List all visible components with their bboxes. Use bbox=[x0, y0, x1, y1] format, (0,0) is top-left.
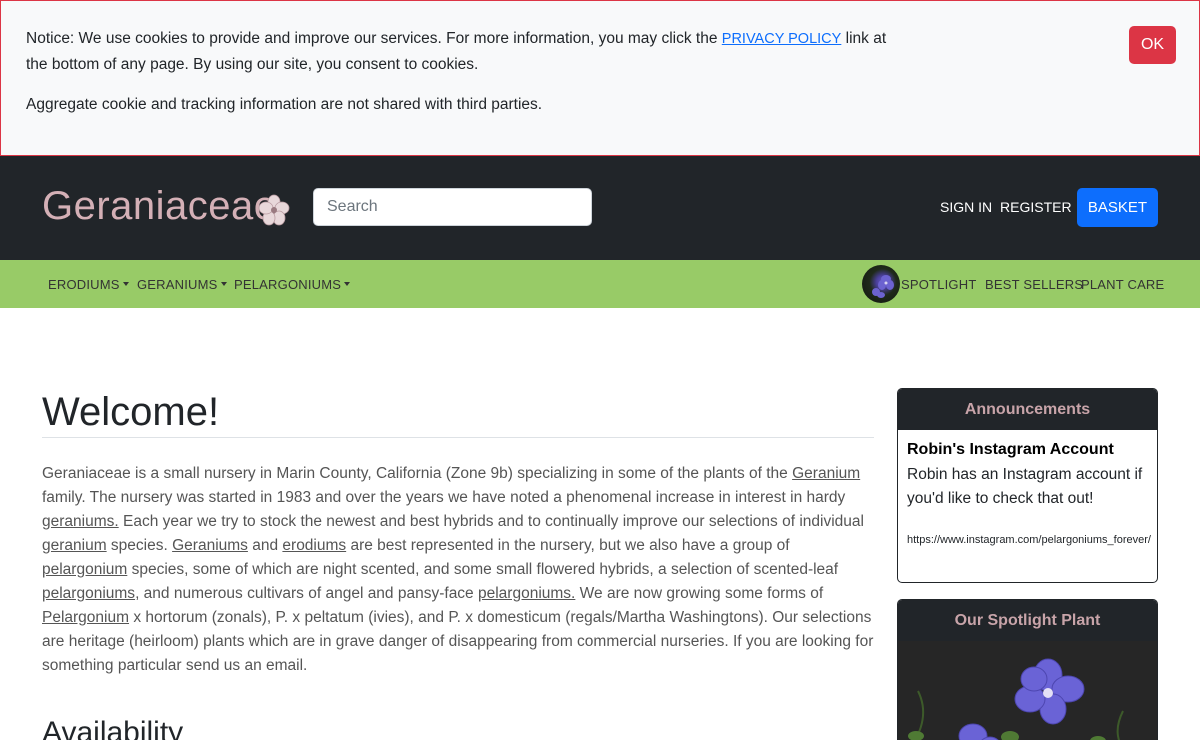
announcements-card: Announcements Robin's Instagram Account … bbox=[897, 388, 1158, 583]
category-nav: ERODIUMS GERANIUMS PELARGONIUMS SPOTLIGH… bbox=[0, 260, 1200, 308]
chevron-down-icon bbox=[344, 282, 351, 287]
nav-erodiums[interactable]: ERODIUMS bbox=[48, 277, 129, 292]
announcement-title: Robin's Instagram Account bbox=[907, 441, 1114, 458]
instagram-link[interactable]: https://www.instagram.com/pelargoniums_f… bbox=[907, 528, 1152, 552]
basket-button[interactable]: BASKET bbox=[1077, 188, 1158, 227]
site-header: Geraniaceae SIGN IN REGISTER BASKET bbox=[0, 156, 1200, 260]
register-link[interactable]: REGISTER bbox=[1000, 199, 1072, 215]
title-divider bbox=[42, 437, 874, 438]
flower-photo-icon bbox=[872, 275, 894, 298]
spotlight-plant-image[interactable] bbox=[898, 641, 1158, 740]
cookie-tracking-note: Aggregate cookie and tracking informatio… bbox=[26, 96, 543, 113]
intro-paragraph: Geraniaceae is a small nursery in Marin … bbox=[42, 462, 878, 678]
intro-link[interactable]: pelargonium bbox=[42, 561, 127, 578]
spotlight-thumbnail[interactable] bbox=[862, 265, 900, 303]
chevron-down-icon bbox=[220, 282, 227, 287]
availability-heading: Availability bbox=[42, 716, 184, 740]
spotlight-card: Our Spotlight Plant bbox=[897, 599, 1158, 740]
intro-text: family. The nursery was started in 1983 … bbox=[42, 489, 846, 506]
nav-geraniums[interactable]: GERANIUMS bbox=[137, 277, 227, 292]
search-input[interactable] bbox=[313, 188, 592, 226]
intro-text: We are now growing some forms of bbox=[575, 585, 824, 602]
intro-link[interactable]: Geraniums bbox=[172, 537, 248, 554]
intro-text: are best represented in the nursery, but… bbox=[346, 537, 790, 554]
intro-text: species, some of which are night scented… bbox=[127, 561, 839, 578]
intro-text: Geraniaceae is a small nursery in Marin … bbox=[42, 465, 793, 482]
intro-text: species. bbox=[106, 537, 173, 554]
announcements-heading: Announcements bbox=[898, 389, 1157, 430]
intro-link[interactable]: Pelargonium bbox=[42, 609, 129, 626]
spotlight-heading: Our Spotlight Plant bbox=[898, 600, 1157, 641]
intro-link[interactable]: Geranium bbox=[792, 465, 860, 482]
cookie-notice-text: Notice: We use cookies to provide and im… bbox=[26, 30, 722, 47]
intro-text: x hortorum (zonals), P. x peltatum (ivie… bbox=[42, 609, 874, 674]
announcement-body: Robin has an Instagram account if you'd … bbox=[907, 466, 1143, 507]
intro-text: , and numerous cultivars of angel and pa… bbox=[135, 585, 478, 602]
intro-link[interactable]: geranium bbox=[42, 537, 107, 554]
cookie-ok-button[interactable]: OK bbox=[1129, 26, 1176, 64]
nav-spotlight[interactable]: SPOTLIGHT bbox=[901, 277, 976, 292]
sign-in-link[interactable]: SIGN IN bbox=[940, 199, 992, 215]
intro-text: and bbox=[247, 537, 283, 554]
intro-link[interactable]: geraniums. bbox=[42, 513, 119, 530]
page-title: Welcome! bbox=[42, 390, 220, 434]
nav-plant-care[interactable]: PLANT CARE bbox=[1081, 277, 1164, 292]
nav-pelargoniums[interactable]: PELARGONIUMS bbox=[234, 277, 351, 292]
nav-erodiums-label: ERODIUMS bbox=[48, 277, 120, 292]
privacy-policy-link[interactable]: PRIVACY POLICY bbox=[722, 31, 842, 47]
cookie-notice: Notice: We use cookies to provide and im… bbox=[26, 26, 896, 78]
intro-link[interactable]: pelargoniums. bbox=[478, 585, 575, 602]
flower-logo-icon bbox=[258, 194, 290, 226]
nav-pelargoniums-label: PELARGONIUMS bbox=[234, 277, 342, 292]
nav-best-sellers[interactable]: BEST SELLERS bbox=[985, 277, 1083, 292]
chevron-down-icon bbox=[122, 282, 129, 287]
cookie-banner: Notice: We use cookies to provide and im… bbox=[0, 0, 1200, 156]
nav-geraniums-label: GERANIUMS bbox=[137, 277, 218, 292]
intro-text: Each year we try to stock the newest and… bbox=[118, 513, 864, 530]
intro-link[interactable]: pelargoniums bbox=[42, 585, 135, 602]
site-logo-text[interactable]: Geraniaceae bbox=[42, 184, 277, 229]
intro-link[interactable]: erodiums bbox=[282, 537, 346, 554]
